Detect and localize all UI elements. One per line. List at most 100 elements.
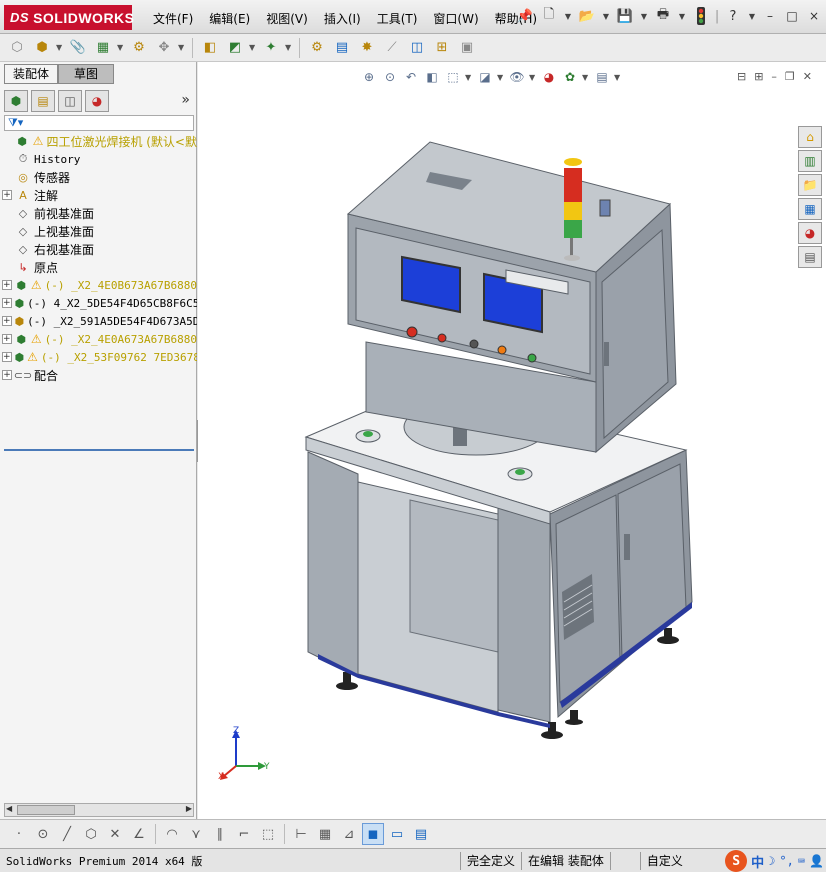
scroll-thumb[interactable] — [17, 805, 75, 815]
chevron-down-icon[interactable]: ▼ — [465, 73, 473, 82]
dimension-icon[interactable]: ⊢ — [290, 823, 312, 845]
tree-item[interactable]: + ⬢ ⚠ (-) _X2_4E0B673A67B6880 — [2, 276, 197, 294]
reference-geometry-icon[interactable]: ✦ — [260, 37, 282, 59]
tree-item[interactable]: ⬢ ⚠ 四工位激光焊接机 (默认<默 — [2, 132, 197, 150]
tree-item[interactable]: + ⬢ ⚠ (-) _X2_4E0A673A67B6880 — [2, 330, 197, 348]
explode-line-sketch-icon[interactable]: ⟋ — [381, 37, 403, 59]
print-icon[interactable]: 🖶 — [653, 6, 673, 26]
instant3d-icon[interactable]: ▣ — [456, 37, 478, 59]
chevron-down-icon[interactable]: ▼ — [601, 6, 611, 26]
tree-item[interactable]: + A 注解 — [2, 186, 197, 204]
hidden-lines-icon[interactable]: ▭ — [386, 823, 408, 845]
menu-insert[interactable]: 插入(I) — [316, 8, 369, 29]
expand-plus-icon[interactable]: + — [2, 298, 12, 308]
scroll-left-icon[interactable]: ◀ — [6, 804, 12, 813]
move-component-icon[interactable]: ✥ — [153, 37, 175, 59]
expand-plus-icon[interactable]: + — [2, 334, 12, 344]
tree-item[interactable]: ⏱ History — [2, 150, 197, 168]
arc-icon[interactable]: ◠ — [161, 823, 183, 845]
split-horizontal-icon[interactable]: ⊟ — [737, 70, 746, 83]
chevron-down-icon[interactable]: ▼ — [285, 43, 293, 52]
user-icon[interactable]: 👤 — [809, 854, 824, 868]
tree-horizontal-scrollbar[interactable]: ◀ ▶ — [4, 803, 194, 817]
tab-assembly[interactable]: 装配体 — [4, 64, 59, 84]
open-folder-icon[interactable]: 📂 — [577, 6, 597, 26]
exploded-view-icon[interactable]: ✸ — [356, 37, 378, 59]
display-style-icon[interactable]: ◪ — [476, 68, 494, 86]
shaded-view-icon[interactable]: ◼ — [362, 823, 384, 845]
chevron-down-icon[interactable]: ▼ — [614, 73, 622, 82]
solidworks-resources-icon[interactable]: ⌂ — [798, 126, 822, 148]
mate-icon[interactable]: 📎 — [67, 37, 89, 59]
expand-plus-icon[interactable]: + — [2, 316, 12, 326]
interference-detection-icon[interactable]: ◫ — [406, 37, 428, 59]
chevron-down-icon[interactable]: ▼ — [747, 6, 757, 26]
bill-of-materials-icon[interactable]: ▤ — [331, 37, 353, 59]
file-explorer-icon[interactable]: 📁 — [798, 174, 822, 196]
viewport-minimize-icon[interactable]: – — [771, 70, 777, 83]
rebuild-traffic-light-icon[interactable] — [691, 6, 711, 26]
solidworks-logo[interactable]: DS SOLIDWORKS — [4, 5, 134, 30]
tree-item[interactable]: + ⊂⊃ 配合 — [2, 366, 197, 384]
double-chevron-right-icon[interactable]: » — [181, 92, 190, 108]
new-part-icon[interactable]: ⬢ — [31, 37, 53, 59]
split-vertical-icon[interactable]: ⊞ — [754, 70, 763, 83]
machine-model[interactable] — [198, 62, 826, 819]
tree-item[interactable]: ◇ 上视基准面 — [2, 222, 197, 240]
save-icon[interactable]: 💾 — [615, 6, 635, 26]
close-button[interactable]: × — [806, 8, 822, 24]
line-icon[interactable]: ╱ — [56, 823, 78, 845]
viewport-close-icon[interactable]: ✕ — [803, 70, 812, 83]
tree-item[interactable]: ◎ 传感器 — [2, 168, 197, 186]
help-icon[interactable]: ? — [723, 6, 743, 26]
chevron-down-icon[interactable]: ▼ — [582, 73, 590, 82]
expand-plus-icon[interactable]: + — [2, 190, 12, 200]
polygon-icon[interactable]: ⬡ — [80, 823, 102, 845]
tree-item[interactable]: ◇ 右视基准面 — [2, 240, 197, 258]
tree-item[interactable]: ↳ 原点 — [2, 258, 197, 276]
display-manager-icon[interactable]: ◕ — [85, 90, 109, 112]
expand-plus-icon[interactable]: + — [2, 370, 12, 380]
view-palette-icon[interactable]: ▦ — [798, 198, 822, 220]
view-settings-icon[interactable]: ▤ — [593, 68, 611, 86]
previous-view-icon[interactable]: ↶ — [402, 68, 420, 86]
expand-plus-icon[interactable]: + — [2, 352, 12, 362]
chevron-down-icon[interactable]: ▼ — [563, 6, 573, 26]
new-motion-study-icon[interactable]: ⚙ — [306, 37, 328, 59]
feature-manager-icon[interactable]: ⬢ — [4, 90, 28, 112]
chevron-down-icon[interactable]: ▼ — [677, 6, 687, 26]
assembly-features-icon[interactable]: ◩ — [224, 37, 246, 59]
angle-dimension-icon[interactable]: ⊿ — [338, 823, 360, 845]
minimize-button[interactable]: – — [762, 8, 778, 24]
graphics-area[interactable]: ⊕ ⊙ ↶ ◧ ⬚ ▼ ◪ ▼ 👁 ▼ ◕ ✿ ▼ ▤ ▼ ⊟ ⊞ – ❐ ✕ … — [198, 62, 826, 819]
property-manager-icon[interactable]: ▤ — [31, 90, 55, 112]
menu-view[interactable]: 视图(V) — [258, 8, 316, 29]
chevron-down-icon[interactable]: ▼ — [117, 43, 125, 52]
tab-sketch[interactable]: 草图 — [58, 64, 115, 84]
hide-show-items-icon[interactable]: 👁 — [508, 68, 526, 86]
smart-fasteners-icon[interactable]: ⚙ — [128, 37, 150, 59]
view-orientation-icon[interactable]: ⬚ — [444, 68, 462, 86]
zoom-to-fit-icon[interactable]: ⊕ — [360, 68, 378, 86]
perpendicular-icon[interactable]: ⌐ — [233, 823, 255, 845]
moon-icon[interactable]: ☽ — [768, 854, 775, 868]
apply-scene-icon[interactable]: ✿ — [561, 68, 579, 86]
parallel-icon[interactable]: ∥ — [209, 823, 231, 845]
appearances-icon[interactable]: ◕ — [798, 222, 822, 244]
clearance-verification-icon[interactable]: ⊞ — [431, 37, 453, 59]
menu-file[interactable]: 文件(F) — [145, 8, 201, 29]
tangent-icon[interactable]: ⋎ — [185, 823, 207, 845]
menu-tools[interactable]: 工具(T) — [369, 8, 426, 29]
chevron-down-icon[interactable]: ▼ — [497, 73, 505, 82]
chevron-down-icon[interactable]: ▼ — [529, 73, 537, 82]
insert-component-icon[interactable]: ⬡ — [6, 37, 28, 59]
ime-language-toggle[interactable]: 中 — [751, 852, 764, 871]
pin-icon[interactable]: 📌 — [515, 6, 535, 26]
expand-plus-icon[interactable]: + — [2, 280, 12, 290]
chevron-down-icon[interactable]: ▼ — [639, 6, 649, 26]
punctuation-icon[interactable]: °, — [779, 854, 793, 868]
maximize-button[interactable]: □ — [784, 8, 800, 24]
custom-properties-icon[interactable]: ▤ — [798, 246, 822, 268]
linear-pattern-icon[interactable]: ▦ — [92, 37, 114, 59]
bounding-box-icon[interactable]: ⬚ — [257, 823, 279, 845]
